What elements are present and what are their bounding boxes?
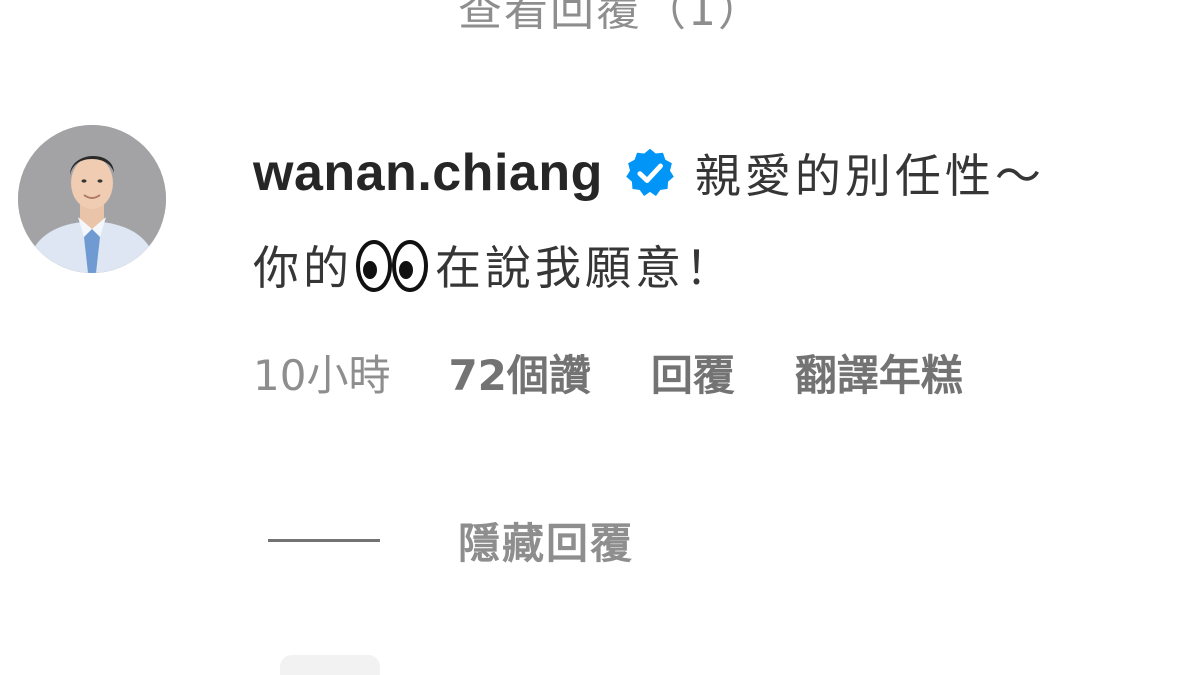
hide-replies-button[interactable]: 隱藏回覆 (268, 510, 634, 571)
avatar-photo (18, 125, 166, 273)
divider-line (268, 539, 380, 542)
username-link[interactable]: wanan.chiang (253, 143, 603, 203)
comment-thread: 查看回覆（1） wanan.chiang 親愛的別任性～ 你的 在說我願意！ 1… (0, 0, 1200, 675)
avatar[interactable] (18, 125, 166, 273)
translate-button[interactable]: 翻譯年糕 (795, 342, 963, 403)
comment-line-1: wanan.chiang 親愛的別任性～ (253, 138, 1198, 208)
comment-text-after-emoji: 在說我願意！ (435, 241, 735, 295)
comment-line-2: 你的 在說我願意！ (253, 230, 1198, 300)
verified-badge-icon (623, 146, 677, 200)
eyes-emoji-icon (355, 237, 429, 293)
comment-body: wanan.chiang 親愛的別任性～ 你的 在說我願意！ (253, 138, 1198, 300)
reply-button[interactable]: 回覆 (651, 342, 735, 403)
comment-text-line1: 親愛的別任性～ (694, 149, 1045, 203)
next-comment-placeholder (280, 655, 380, 675)
view-replies-link[interactable]: 查看回覆（1） (458, 0, 764, 38)
comment-timestamp: 10小時 (253, 351, 391, 400)
hide-replies-label: 隱藏回覆 (458, 519, 635, 568)
likes-count-button[interactable]: 72個讚 (448, 342, 590, 403)
comment-meta: 10小時 72個讚 回覆 翻譯年糕 (253, 342, 963, 403)
comment-text-before-emoji: 你的 (253, 241, 353, 295)
